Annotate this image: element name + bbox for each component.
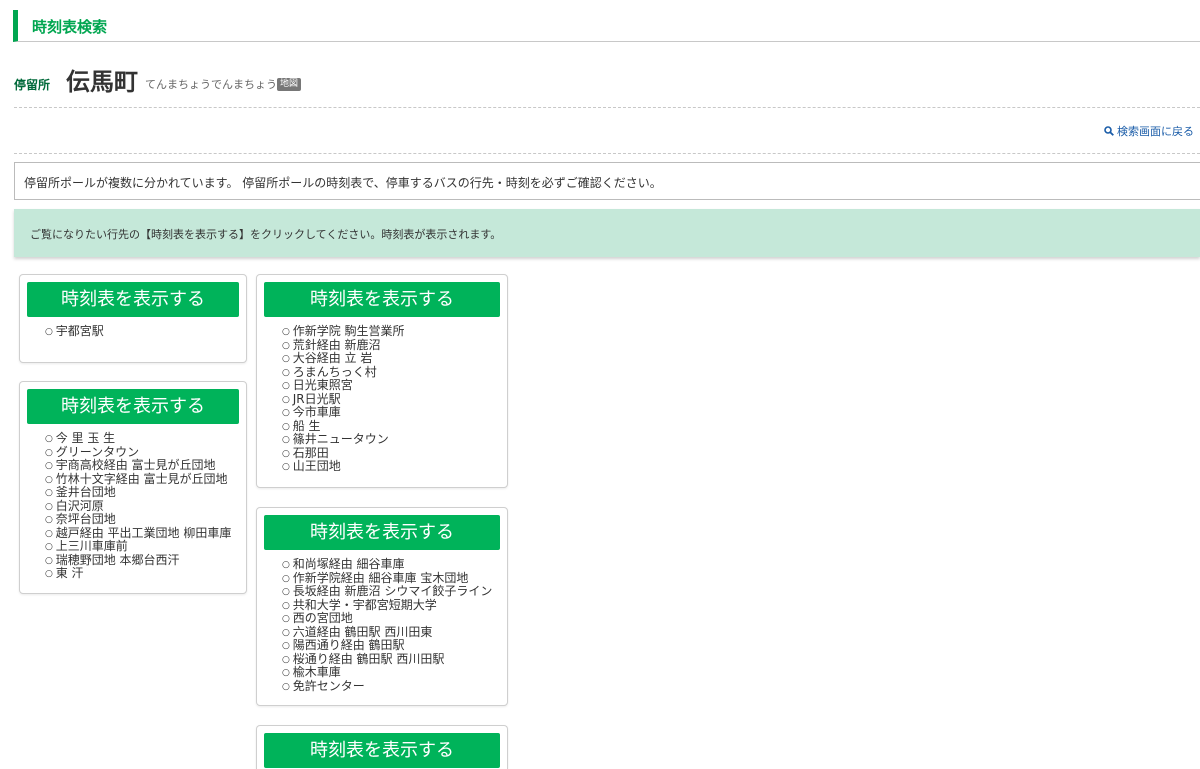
destination-item: 和尚塚経由 細谷車庫 [282, 558, 492, 572]
destination-item: 宇都宮駅 [45, 325, 104, 339]
destination-item: 共和大学・宇都宮短期大学 [282, 598, 492, 613]
stop-label: 停留所 [14, 78, 51, 92]
destination-item: 奈坪台団地 [45, 513, 231, 527]
show-timetable-button[interactable]: 時刻表を表示する [264, 733, 500, 768]
destination-item: グリーンタウン [45, 445, 231, 460]
destination-item: JR日光駅 [282, 392, 405, 407]
destination-item: 荒針経由 新鹿沼 [282, 338, 405, 353]
destination-item: 長坂経由 新鹿沼 シウマイ餃子ライン [282, 585, 493, 599]
destination-item: 作新学院経由 細谷車庫 宝木団地 [282, 571, 492, 586]
page-header: 時刻表検索 [13, 10, 1200, 42]
search-icon [1104, 126, 1114, 136]
destination-item: ろまんちっく村 [282, 365, 405, 380]
stop-name: 伝馬町 [66, 68, 138, 96]
destination-item: 作新学院 駒生営業所 [282, 325, 405, 339]
divider [14, 153, 1200, 154]
destination-item: 西の宮団地 [282, 612, 492, 626]
destination-item: 白沢河原 [45, 499, 231, 514]
destination-item: 楡木車庫 [282, 666, 492, 680]
destination-item: 今 里 玉 生 [45, 432, 231, 446]
show-timetable-button[interactable]: 時刻表を表示する [27, 282, 239, 317]
notice-box: 停留所ポールが複数に分かれています。 停留所ポールの時刻表で、停車するバスの行先… [14, 162, 1200, 200]
destination-item: 東 汗 [45, 567, 231, 581]
destination-item: 免許センター [282, 679, 492, 694]
show-timetable-button[interactable]: 時刻表を表示する [27, 389, 239, 424]
destination-item: 桜通り経由 鶴田駅 西川田駅 [282, 652, 492, 667]
destination-item: 日光東照宮 [282, 379, 405, 393]
destination-item: 宇商高校経由 富士見が丘団地 [45, 459, 231, 473]
destination-item: 今市車庫 [282, 406, 405, 420]
destination-item: 瑞穂野団地 本郷台西汗 [45, 553, 231, 568]
timetable-card: 時刻表を表示する 宇都宮駅 [19, 274, 247, 363]
destination-list: 今 里 玉 生 グリーンタウン 宇商高校経由 富士見が丘団地 竹林十文字経由 富… [45, 432, 232, 581]
destination-item: 六道経由 鶴田駅 西川田東 [282, 625, 492, 640]
show-timetable-button[interactable]: 時刻表を表示する [264, 282, 500, 317]
timetable-card: 時刻表を表示する 作新学院 駒生営業所 荒針経由 新鹿沼 大谷経由 立 岩 ろま… [256, 274, 508, 488]
destination-list: 宇都宮駅 [45, 325, 104, 339]
destination-item: 石那田 [282, 446, 405, 461]
destination-item: 越戸経由 平出工業団地 柳田車庫 [45, 526, 232, 541]
timetable-card: 時刻表を表示する [256, 725, 508, 769]
timetable-card: 時刻表を表示する 和尚塚経由 細谷車庫 作新学院経由 細谷車庫 宝木団地 長坂経… [256, 507, 508, 706]
destination-item: 竹林十文字経由 富士見が丘団地 [45, 472, 231, 487]
map-button[interactable]: 地図 [277, 78, 302, 91]
destination-item: 釜井台団地 [45, 486, 231, 500]
stop-kana: てんまちょうでんまちょう [145, 78, 277, 91]
timetable-card: 時刻表を表示する 今 里 玉 生 グリーンタウン 宇商高校経由 富士見が丘団地 … [19, 381, 247, 594]
destination-item: 上三川車庫前 [45, 540, 231, 554]
destination-item: 陽西通り経由 鶴田駅 [282, 639, 492, 653]
back-to-search-link[interactable]: 検索画面に戻る [1104, 123, 1194, 139]
destination-item: 山王団地 [282, 460, 405, 474]
destination-item: 大谷経由 立 岩 [282, 352, 405, 366]
back-link-label: 検索画面に戻る [1117, 125, 1194, 138]
destination-list: 和尚塚経由 細谷車庫 作新学院経由 細谷車庫 宝木団地 長坂経由 新鹿沼 シウマ… [282, 558, 493, 694]
show-timetable-button[interactable]: 時刻表を表示する [264, 515, 500, 550]
destination-item: 船 生 [282, 419, 405, 434]
page-title: 時刻表検索 [32, 18, 108, 36]
destination-item: 篠井ニュータウン [282, 433, 405, 447]
divider [14, 107, 1200, 108]
info-box: ご覧になりたい行先の【時刻表を表示する】をクリックしてください。時刻表が表示され… [14, 209, 1200, 257]
destination-list: 作新学院 駒生営業所 荒針経由 新鹿沼 大谷経由 立 岩 ろまんちっく村 日光東… [282, 325, 405, 474]
